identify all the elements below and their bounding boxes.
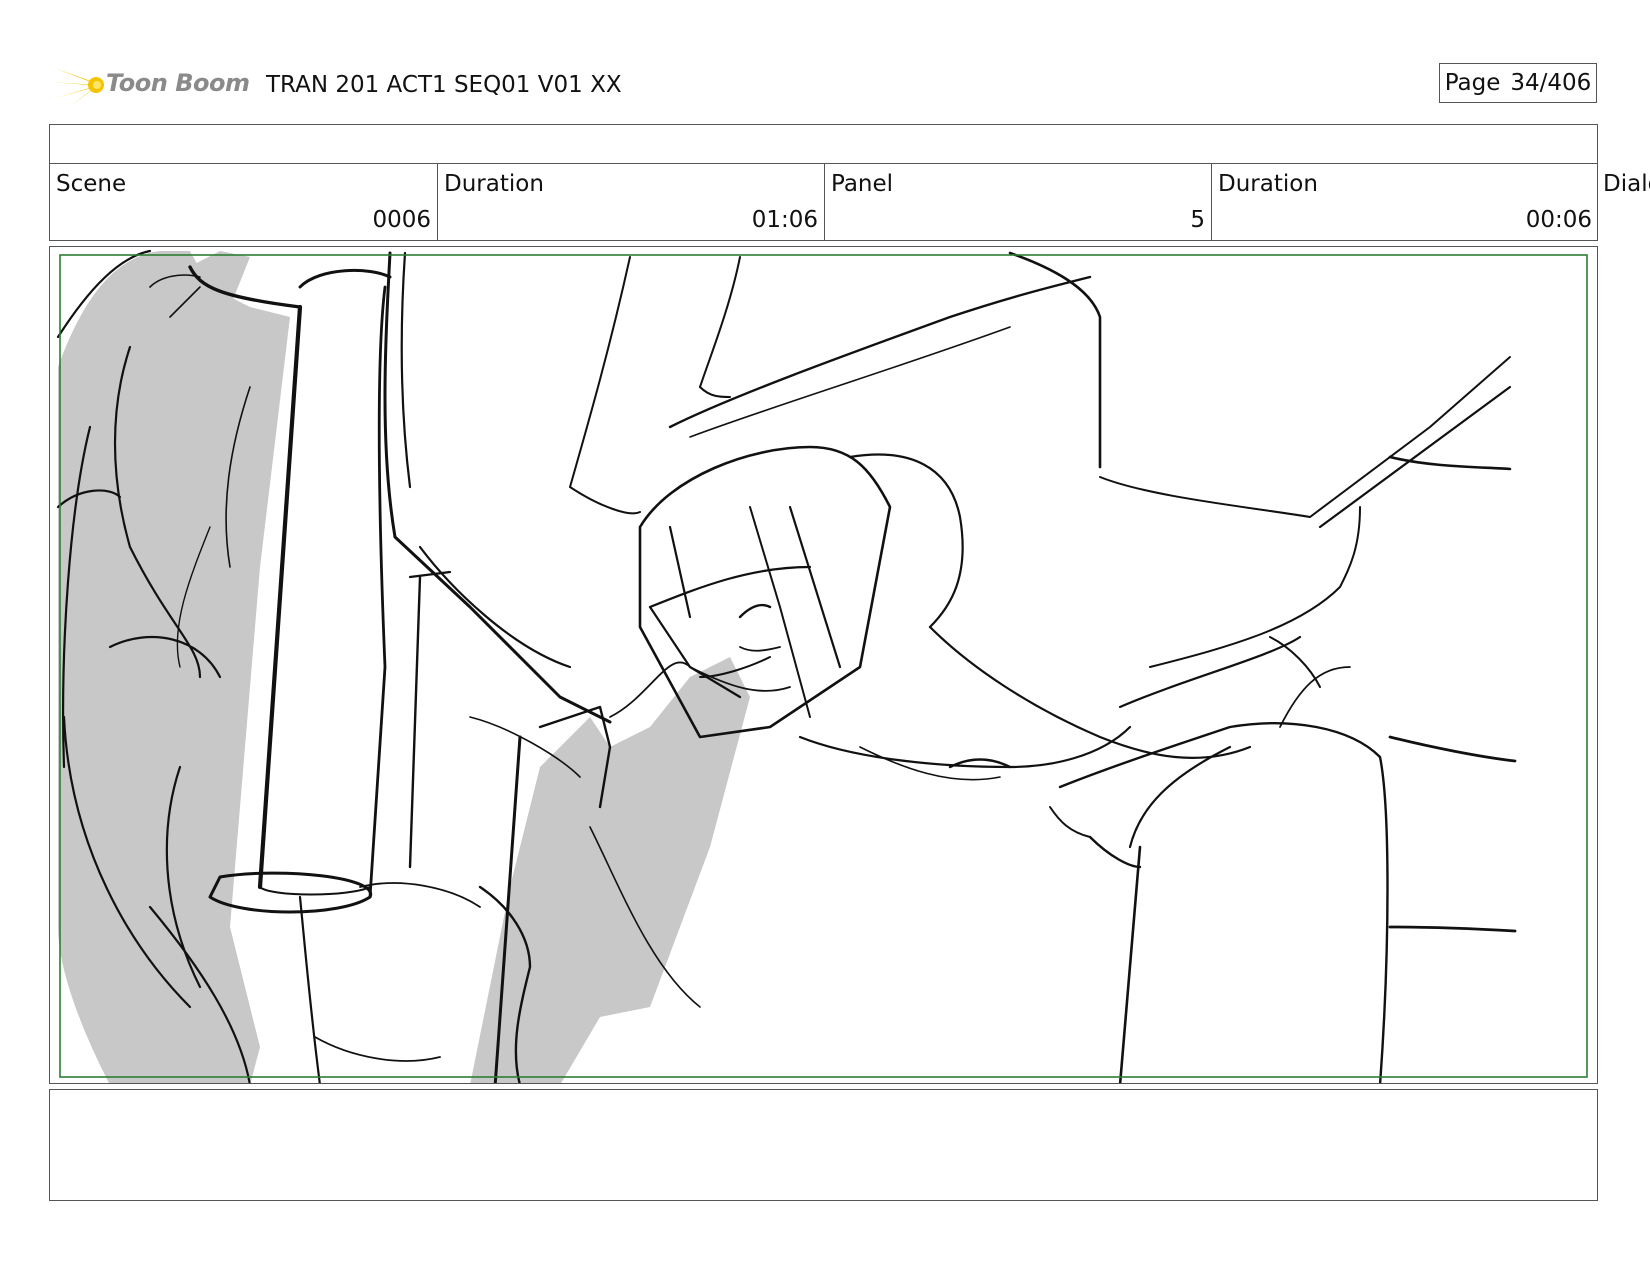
storyboard-sketch (56, 249, 1588, 1083)
safe-frame (59, 254, 1588, 1078)
storyboard-page: Toon Boom TRAN 201 ACT1 SEQ01 V01 XX Pag… (0, 0, 1650, 1275)
logo-text: Toon Boom (106, 69, 250, 97)
scene-label: Scene (56, 171, 127, 197)
panel-value: 5 (1190, 207, 1205, 233)
notes-box (49, 1089, 1598, 1201)
scene-duration-value: 01:06 (751, 207, 818, 233)
page-number: 34/406 (1510, 70, 1592, 96)
dialog-label: Dialo (1603, 171, 1650, 197)
scene-duration-label: Duration (444, 171, 544, 197)
panel-duration-cell: Duration 00:06 (1211, 163, 1598, 240)
page-indicator: Page 34/406 (1439, 63, 1597, 103)
info-header-strip (49, 124, 1598, 164)
panel-cell: Panel 5 (824, 163, 1211, 240)
scene-cell: Scene 0006 (50, 163, 437, 240)
toon-boom-logo: Toon Boom (52, 60, 252, 110)
scene-duration-cell: Duration 01:06 (437, 163, 824, 240)
sketch-shading (58, 251, 750, 1083)
document-title: TRAN 201 ACT1 SEQ01 V01 XX (266, 72, 622, 98)
panel-duration-value: 00:06 (1525, 207, 1592, 233)
info-row: Scene 0006 Duration 01:06 Panel 5 Durati… (49, 163, 1598, 241)
page-label: Page (1444, 70, 1501, 96)
panel-duration-label: Duration (1218, 171, 1318, 197)
scene-value: 0006 (372, 207, 431, 233)
panel-image-frame (49, 246, 1598, 1084)
sunburst-icon (52, 62, 104, 108)
panel-label: Panel (831, 171, 894, 197)
